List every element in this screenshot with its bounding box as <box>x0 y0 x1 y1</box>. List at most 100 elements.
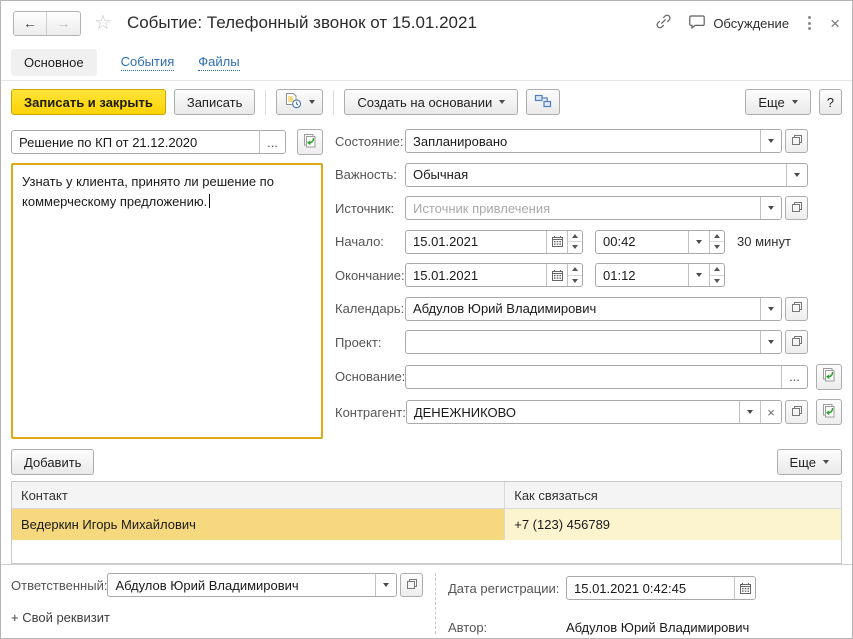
source-open-button[interactable] <box>785 196 808 220</box>
custom-attribute-link[interactable]: + Свой реквизит <box>11 610 423 625</box>
end-time-field[interactable]: 01:12 <box>595 263 725 287</box>
source-dropdown-button[interactable] <box>760 197 781 219</box>
start-time-field[interactable]: 00:42 <box>595 230 725 254</box>
basis-select-button[interactable]: ... <box>781 366 807 388</box>
favorite-star-icon[interactable]: ☆ <box>94 13 112 33</box>
calendar-open-button[interactable] <box>785 297 808 321</box>
state-field[interactable]: Запланировано <box>405 129 782 153</box>
project-dropdown-button[interactable] <box>760 331 781 353</box>
open-form-icon <box>406 578 418 593</box>
table-empty-area <box>12 540 841 563</box>
end-time-spinner[interactable] <box>709 264 724 286</box>
start-date-spinner[interactable] <box>567 231 582 253</box>
end-date-spinner[interactable] <box>567 264 582 286</box>
form-fields: Состояние: Запланировано Важность: О <box>335 129 842 439</box>
state-open-button[interactable] <box>785 129 808 153</box>
counterparty-clear-button[interactable]: × <box>760 401 781 423</box>
save-close-button[interactable]: Записать и закрыть <box>11 89 166 115</box>
save-button[interactable]: Записать <box>174 89 256 115</box>
main-content: Решение по КП от 21.12.2020 ... У <box>1 123 852 443</box>
column-header-how[interactable]: Как связаться <box>505 482 841 508</box>
table-row[interactable]: Ведеркин Игорь Михайлович +7 (123) 45678… <box>12 509 841 540</box>
responsible-open-button[interactable] <box>400 573 423 597</box>
calendar-icon[interactable] <box>734 577 755 599</box>
registration-date-field[interactable]: 15.01.2021 0:42:45 <box>566 576 756 600</box>
discussion-button[interactable]: Обсуждение <box>688 14 789 33</box>
reminder-button[interactable] <box>276 89 323 115</box>
open-form-icon <box>791 201 803 216</box>
add-contact-button[interactable]: Добавить <box>11 449 94 475</box>
contacts-more-button[interactable]: Еще <box>777 449 842 475</box>
end-time-dropdown-button[interactable] <box>688 264 709 286</box>
start-time-dropdown-button[interactable] <box>688 231 709 253</box>
contact-cell[interactable]: Ведеркин Игорь Михайлович <box>12 509 505 540</box>
tab-main[interactable]: Основное <box>11 49 97 76</box>
page-title: Событие: Телефонный звонок от 15.01.2021 <box>127 13 477 33</box>
back-arrow-icon: ← <box>23 15 37 31</box>
description-textarea[interactable]: Узнать у клиента, принято ли решение по … <box>11 163 323 439</box>
project-field[interactable] <box>405 330 782 354</box>
importance-dropdown-button[interactable] <box>786 164 807 186</box>
start-date-field[interactable]: 15.01.2021 <box>405 230 583 254</box>
counterparty-field[interactable]: ДЕНЕЖНИКОВО × <box>406 400 782 424</box>
tab-events[interactable]: События <box>121 54 175 71</box>
start-time-spinner[interactable] <box>709 231 724 253</box>
responsible-row: Ответственный: Абдулов Юрий Владимирович <box>11 573 423 597</box>
footer: Ответственный: Абдулов Юрий Владимирович… <box>1 564 852 638</box>
tab-bar: Основное События Файлы <box>1 45 852 81</box>
help-button[interactable]: ? <box>819 89 842 115</box>
subject-field[interactable]: Решение по КП от 21.12.2020 ... <box>11 130 286 154</box>
open-document-green-icon <box>301 133 319 152</box>
footer-divider <box>435 573 436 634</box>
subject-open-button[interactable] <box>297 129 323 155</box>
counterparty-open-button[interactable] <box>785 400 808 424</box>
end-row: Окончание: 15.01.2021 01:12 <box>335 263 842 287</box>
text-caret <box>209 194 210 208</box>
calendar-icon[interactable] <box>546 231 567 253</box>
open-document-green-icon <box>820 367 838 386</box>
source-row: Источник: Источник привлечения <box>335 196 842 220</box>
state-dropdown-button[interactable] <box>760 130 781 152</box>
how-to-contact-cell[interactable]: +7 (123) 456789 <box>505 509 841 540</box>
create-based-on-button[interactable]: Создать на основании <box>344 89 518 115</box>
source-field[interactable]: Источник привлечения <box>405 196 782 220</box>
importance-field[interactable]: Обычная <box>405 163 808 187</box>
toolbar-more-button[interactable]: Еще <box>745 89 810 115</box>
calendar-row: Календарь: Абдулов Юрий Владимирович <box>335 297 842 321</box>
dropdown-caret-icon <box>499 100 505 104</box>
start-row: Начало: 15.01.2021 00:42 30 минут <box>335 230 842 254</box>
dropdown-caret-icon <box>823 460 829 464</box>
contacts-toolbar: Добавить Еще <box>1 443 852 481</box>
toolbar-separator <box>333 90 334 115</box>
basis-field[interactable]: ... <box>405 365 808 389</box>
calendar-dropdown-button[interactable] <box>760 298 781 320</box>
end-date-field[interactable]: 15.01.2021 <box>405 263 583 287</box>
responsible-dropdown-button[interactable] <box>375 574 396 596</box>
dropdown-caret-icon <box>792 100 798 104</box>
title-bar: ← → ☆ Событие: Телефонный звонок от 15.0… <box>1 1 852 45</box>
event-form-window: ← → ☆ Событие: Телефонный звонок от 15.0… <box>0 0 853 639</box>
column-header-contact[interactable]: Контакт <box>12 482 505 508</box>
open-form-icon <box>791 405 803 420</box>
counterparty-open-document-button[interactable] <box>816 399 842 425</box>
subject-select-button[interactable]: ... <box>259 131 285 153</box>
back-button[interactable]: ← <box>14 12 47 35</box>
left-column: Решение по КП от 21.12.2020 ... У <box>11 129 323 439</box>
titlebar-actions: Обсуждение × <box>655 13 840 33</box>
structure-icon <box>534 93 552 112</box>
project-open-button[interactable] <box>785 330 808 354</box>
related-documents-button[interactable] <box>526 89 560 115</box>
counterparty-dropdown-button[interactable] <box>739 401 760 423</box>
forward-button[interactable]: → <box>47 12 80 35</box>
close-icon[interactable]: × <box>830 15 840 32</box>
history-nav: ← → <box>13 11 81 36</box>
more-menu-icon[interactable] <box>805 13 814 33</box>
basis-open-button[interactable] <box>816 364 842 390</box>
tab-files[interactable]: Файлы <box>198 54 239 71</box>
forward-arrow-icon: → <box>57 15 71 31</box>
calendar-icon[interactable] <box>546 264 567 286</box>
calendar-field[interactable]: Абдулов Юрий Владимирович <box>405 297 782 321</box>
state-row: Состояние: Запланировано <box>335 129 842 153</box>
get-link-icon[interactable] <box>655 13 672 33</box>
responsible-field[interactable]: Абдулов Юрий Владимирович <box>107 573 397 597</box>
